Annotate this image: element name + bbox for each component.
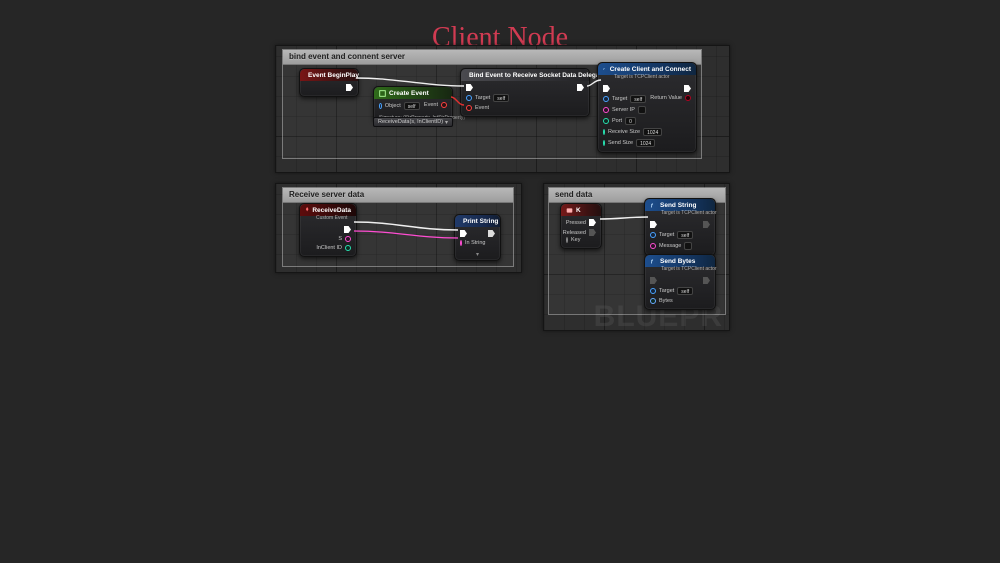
- pin-exec-in[interactable]: [460, 230, 483, 237]
- pin-exec-out[interactable]: [344, 226, 351, 233]
- node-title: Create Event: [389, 90, 429, 97]
- node-title: K: [576, 207, 581, 214]
- chip-port[interactable]: 0: [625, 117, 636, 125]
- node-subtitle: Target is TCPClient actor: [645, 210, 715, 218]
- node-subtitle: Target is TCPClient actor: [598, 74, 696, 82]
- pin-exec-in[interactable]: [466, 84, 509, 91]
- chip-empty[interactable]: [684, 242, 692, 250]
- node-create-client[interactable]: f Create Client and Connect Target is TC…: [597, 62, 697, 153]
- pin-exec-out[interactable]: [684, 85, 691, 92]
- pin-exec-out[interactable]: [488, 230, 495, 237]
- pin-key-in[interactable]: Key: [566, 237, 575, 243]
- graph-panel-send[interactable]: BLUEPR send data K Key Pressed Released …: [543, 183, 730, 331]
- node-send-bytes[interactable]: f Send Bytes Target is TCPClient actor T…: [644, 254, 716, 310]
- pin-target-in[interactable]: Target self: [650, 231, 693, 239]
- node-subtitle: Target is TCPClient actor: [645, 266, 715, 274]
- svg-text:f: f: [603, 67, 605, 71]
- pin-serverip-in[interactable]: Server IP: [603, 106, 653, 114]
- pin-instring-in[interactable]: In String: [460, 240, 483, 246]
- pin-return-out[interactable]: Return Value: [650, 95, 691, 101]
- chip-self[interactable]: self: [493, 94, 509, 102]
- pin-event-in[interactable]: Event: [466, 105, 509, 111]
- custom-event-icon: [305, 207, 309, 214]
- pin-object-in[interactable]: Object self: [379, 102, 420, 110]
- node-header: Create Event: [374, 87, 452, 99]
- function-icon: f: [603, 66, 607, 73]
- chip-send[interactable]: 1024: [636, 139, 655, 147]
- function-icon: f: [650, 202, 657, 209]
- chip-empty[interactable]: [638, 106, 646, 114]
- svg-text:f: f: [651, 203, 654, 208]
- expand-arrow-icon[interactable]: ▾: [455, 251, 500, 260]
- pin-target-in[interactable]: Target self: [650, 287, 693, 295]
- chip-self[interactable]: self: [677, 287, 693, 295]
- create-event-dropdown[interactable]: ReceiveData(s, InClientID): [373, 117, 453, 127]
- node-print-string[interactable]: f Print String In String ▾: [454, 214, 501, 261]
- node-send-string[interactable]: f Send String Target is TCPClient actor …: [644, 198, 716, 256]
- node-bind-event[interactable]: Bind Event to Receive Socket Data Delega…: [460, 68, 590, 117]
- pin-exec-in[interactable]: [650, 277, 693, 284]
- node-input-key-k[interactable]: K Key Pressed Released: [560, 203, 602, 249]
- node-title: Event BeginPlay: [308, 72, 359, 79]
- node-title: Send Bytes: [660, 258, 695, 265]
- node-receive-data[interactable]: ReceiveData Custom Event S InClient ID: [299, 203, 357, 257]
- comment-recv-title: Receive server data: [283, 188, 513, 203]
- pin-exec-out[interactable]: [703, 277, 710, 284]
- svg-text:f: f: [651, 259, 654, 264]
- pin-port-in[interactable]: Port 0: [603, 117, 653, 125]
- node-header: Bind Event to Receive Socket Data Delega…: [461, 69, 589, 81]
- node-header: f Print String: [455, 215, 500, 227]
- keyboard-icon: [566, 207, 573, 214]
- node-event-beginplay[interactable]: Event BeginPlay: [299, 68, 359, 97]
- node-header: Event BeginPlay: [300, 69, 358, 81]
- event-create-icon: [379, 90, 386, 97]
- pin-exec-out[interactable]: [577, 84, 584, 91]
- pin-exec-in[interactable]: [603, 85, 653, 92]
- pin-event-out[interactable]: Event: [424, 102, 447, 108]
- pin-bytes-in[interactable]: Bytes: [650, 298, 693, 304]
- pin-pressed-out[interactable]: Pressed: [566, 219, 596, 226]
- pin-exec-in[interactable]: [650, 221, 693, 228]
- chip-self[interactable]: self: [404, 102, 420, 110]
- chip-self[interactable]: self: [677, 231, 693, 239]
- function-icon: f: [650, 258, 657, 265]
- node-title: Print String: [463, 218, 498, 225]
- pin-exec-out[interactable]: [703, 221, 710, 228]
- pin-recvsize-in[interactable]: Receive Size 1024: [603, 128, 653, 136]
- pin-sendsize-in[interactable]: Send Size 1024: [603, 139, 653, 147]
- graph-panel-recv[interactable]: Receive server data ReceiveData Custom E…: [275, 183, 522, 273]
- node-title: Create Client and Connect: [610, 66, 691, 73]
- node-title: Send String: [660, 202, 696, 209]
- pin-s-out[interactable]: S: [338, 236, 351, 242]
- pin-target-in[interactable]: Target self: [466, 94, 509, 102]
- node-title: ReceiveData: [312, 207, 351, 214]
- graph-panel-bind[interactable]: bind event and connent server Event Begi…: [275, 45, 730, 173]
- pin-released-out[interactable]: Released: [563, 229, 596, 236]
- pin-message-in[interactable]: Message: [650, 242, 693, 250]
- node-header: K: [561, 204, 601, 216]
- pin-target-in[interactable]: Target self: [603, 95, 653, 103]
- node-subtitle: Custom Event: [300, 215, 356, 223]
- node-title: Bind Event to Receive Socket Data Delega…: [469, 72, 605, 79]
- pin-clientid-out[interactable]: InClient ID: [316, 245, 351, 251]
- pin-exec-out[interactable]: [346, 84, 353, 91]
- chip-self[interactable]: self: [630, 95, 646, 103]
